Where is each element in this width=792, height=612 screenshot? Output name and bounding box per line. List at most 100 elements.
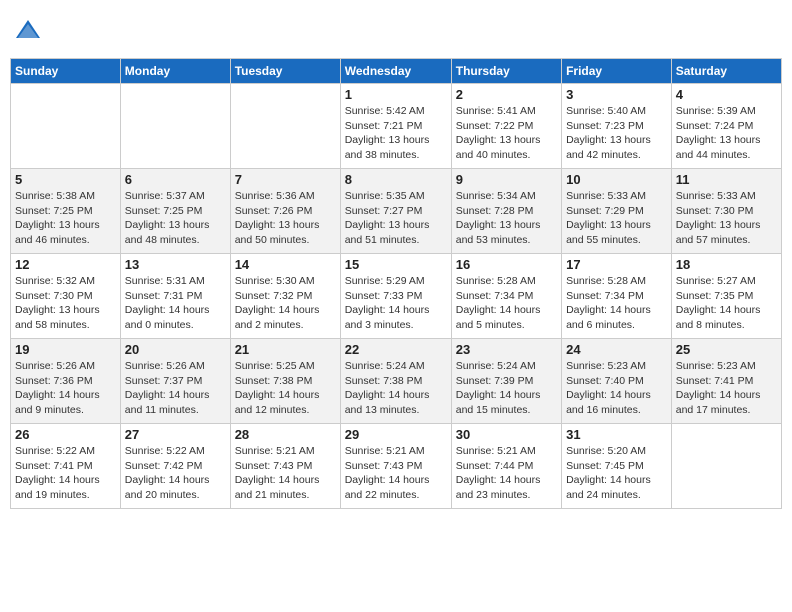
calendar-cell: 31 Sunrise: 5:20 AMSunset: 7:45 PMDayligh… xyxy=(562,424,672,509)
day-info: Sunrise: 5:38 AMSunset: 7:25 PMDaylight:… xyxy=(15,189,116,248)
calendar-cell: 9 Sunrise: 5:34 AMSunset: 7:28 PMDaylight… xyxy=(451,169,561,254)
day-number: 5 xyxy=(15,172,116,187)
day-info: Sunrise: 5:25 AMSunset: 7:38 PMDaylight:… xyxy=(235,359,336,418)
day-of-week-header: Tuesday xyxy=(230,59,340,84)
day-info: Sunrise: 5:40 AMSunset: 7:23 PMDaylight:… xyxy=(566,104,667,163)
calendar-cell: 21 Sunrise: 5:25 AMSunset: 7:38 PMDayligh… xyxy=(230,339,340,424)
calendar-cell xyxy=(230,84,340,169)
day-number: 17 xyxy=(566,257,667,272)
calendar-cell: 12 Sunrise: 5:32 AMSunset: 7:30 PMDayligh… xyxy=(11,254,121,339)
day-info: Sunrise: 5:24 AMSunset: 7:39 PMDaylight:… xyxy=(456,359,557,418)
calendar-cell: 27Sunrise: 5:22 AMSunset: 7:42 PMDayligh… xyxy=(120,424,230,509)
calendar-cell: 11 Sunrise: 5:33 AMSunset: 7:30 PMDayligh… xyxy=(671,169,781,254)
calendar-header-row: SundayMondayTuesdayWednesdayThursdayFrid… xyxy=(11,59,782,84)
day-info: Sunrise: 5:33 AMSunset: 7:29 PMDaylight:… xyxy=(566,189,667,248)
calendar-week-row: 12 Sunrise: 5:32 AMSunset: 7:30 PMDayligh… xyxy=(11,254,782,339)
calendar-cell: 25Sunrise: 5:23 AMSunset: 7:41 PMDayligh… xyxy=(671,339,781,424)
calendar-cell: 18 Sunrise: 5:27 AMSunset: 7:35 PMDayligh… xyxy=(671,254,781,339)
day-number: 26 xyxy=(15,427,116,442)
day-info: Sunrise: 5:41 AMSunset: 7:22 PMDaylight:… xyxy=(456,104,557,163)
calendar-week-row: 1 Sunrise: 5:42 AMSunset: 7:21 PMDaylight… xyxy=(11,84,782,169)
day-info: Sunrise: 5:21 AMSunset: 7:43 PMDaylight:… xyxy=(235,444,336,503)
calendar-cell: 2 Sunrise: 5:41 AMSunset: 7:22 PMDaylight… xyxy=(451,84,561,169)
day-info: Sunrise: 5:32 AMSunset: 7:30 PMDaylight:… xyxy=(15,274,116,333)
day-number: 11 xyxy=(676,172,777,187)
day-number: 21 xyxy=(235,342,336,357)
day-of-week-header: Friday xyxy=(562,59,672,84)
day-number: 3 xyxy=(566,87,667,102)
logo-icon xyxy=(14,16,42,44)
calendar-cell: 14 Sunrise: 5:30 AMSunset: 7:32 PMDayligh… xyxy=(230,254,340,339)
calendar-table: SundayMondayTuesdayWednesdayThursdayFrid… xyxy=(10,58,782,509)
calendar-cell: 10 Sunrise: 5:33 AMSunset: 7:29 PMDayligh… xyxy=(562,169,672,254)
day-info: Sunrise: 5:31 AMSunset: 7:31 PMDaylight:… xyxy=(125,274,226,333)
day-info: Sunrise: 5:37 AMSunset: 7:25 PMDaylight:… xyxy=(125,189,226,248)
calendar-cell: 20 Sunrise: 5:26 AMSunset: 7:37 PMDayligh… xyxy=(120,339,230,424)
calendar-cell: 28 Sunrise: 5:21 AMSunset: 7:43 PMDayligh… xyxy=(230,424,340,509)
day-info: Sunrise: 5:35 AMSunset: 7:27 PMDaylight:… xyxy=(345,189,447,248)
calendar-week-row: 19Sunrise: 5:26 AMSunset: 7:36 PMDayligh… xyxy=(11,339,782,424)
calendar-cell: 19Sunrise: 5:26 AMSunset: 7:36 PMDayligh… xyxy=(11,339,121,424)
day-number: 31 xyxy=(566,427,667,442)
day-info: Sunrise: 5:27 AMSunset: 7:35 PMDaylight:… xyxy=(676,274,777,333)
calendar-cell xyxy=(11,84,121,169)
day-info: Sunrise: 5:42 AMSunset: 7:21 PMDaylight:… xyxy=(345,104,447,163)
day-number: 25 xyxy=(676,342,777,357)
day-number: 16 xyxy=(456,257,557,272)
day-info: Sunrise: 5:22 AMSunset: 7:41 PMDaylight:… xyxy=(15,444,116,503)
calendar-cell: 29 Sunrise: 5:21 AMSunset: 7:43 PMDayligh… xyxy=(340,424,451,509)
day-info: Sunrise: 5:20 AMSunset: 7:45 PMDaylight:… xyxy=(566,444,667,503)
day-number: 7 xyxy=(235,172,336,187)
day-of-week-header: Sunday xyxy=(11,59,121,84)
calendar-cell: 15Sunrise: 5:29 AMSunset: 7:33 PMDayligh… xyxy=(340,254,451,339)
day-number: 10 xyxy=(566,172,667,187)
calendar-cell: 5 Sunrise: 5:38 AMSunset: 7:25 PMDaylight… xyxy=(11,169,121,254)
calendar-cell xyxy=(120,84,230,169)
day-number: 29 xyxy=(345,427,447,442)
day-number: 9 xyxy=(456,172,557,187)
day-info: Sunrise: 5:22 AMSunset: 7:42 PMDaylight:… xyxy=(125,444,226,503)
day-info: Sunrise: 5:28 AMSunset: 7:34 PMDaylight:… xyxy=(456,274,557,333)
day-number: 28 xyxy=(235,427,336,442)
day-number: 2 xyxy=(456,87,557,102)
calendar-cell: 8Sunrise: 5:35 AMSunset: 7:27 PMDaylight… xyxy=(340,169,451,254)
day-number: 14 xyxy=(235,257,336,272)
calendar-cell: 30 Sunrise: 5:21 AMSunset: 7:44 PMDayligh… xyxy=(451,424,561,509)
day-info: Sunrise: 5:33 AMSunset: 7:30 PMDaylight:… xyxy=(676,189,777,248)
day-info: Sunrise: 5:30 AMSunset: 7:32 PMDaylight:… xyxy=(235,274,336,333)
day-info: Sunrise: 5:26 AMSunset: 7:37 PMDaylight:… xyxy=(125,359,226,418)
day-info: Sunrise: 5:21 AMSunset: 7:43 PMDaylight:… xyxy=(345,444,447,503)
day-of-week-header: Wednesday xyxy=(340,59,451,84)
calendar-cell: 1 Sunrise: 5:42 AMSunset: 7:21 PMDaylight… xyxy=(340,84,451,169)
day-number: 1 xyxy=(345,87,447,102)
day-info: Sunrise: 5:28 AMSunset: 7:34 PMDaylight:… xyxy=(566,274,667,333)
logo xyxy=(14,16,46,44)
day-number: 13 xyxy=(125,257,226,272)
day-of-week-header: Thursday xyxy=(451,59,561,84)
day-number: 22 xyxy=(345,342,447,357)
calendar-cell: 4 Sunrise: 5:39 AMSunset: 7:24 PMDaylight… xyxy=(671,84,781,169)
day-info: Sunrise: 5:39 AMSunset: 7:24 PMDaylight:… xyxy=(676,104,777,163)
day-number: 19 xyxy=(15,342,116,357)
calendar-cell: 22 Sunrise: 5:24 AMSunset: 7:38 PMDayligh… xyxy=(340,339,451,424)
day-number: 18 xyxy=(676,257,777,272)
day-number: 23 xyxy=(456,342,557,357)
day-info: Sunrise: 5:36 AMSunset: 7:26 PMDaylight:… xyxy=(235,189,336,248)
calendar-cell: 17 Sunrise: 5:28 AMSunset: 7:34 PMDayligh… xyxy=(562,254,672,339)
day-number: 4 xyxy=(676,87,777,102)
day-info: Sunrise: 5:24 AMSunset: 7:38 PMDaylight:… xyxy=(345,359,447,418)
day-number: 15 xyxy=(345,257,447,272)
day-info: Sunrise: 5:21 AMSunset: 7:44 PMDaylight:… xyxy=(456,444,557,503)
day-info: Sunrise: 5:34 AMSunset: 7:28 PMDaylight:… xyxy=(456,189,557,248)
calendar-week-row: 26 Sunrise: 5:22 AMSunset: 7:41 PMDayligh… xyxy=(11,424,782,509)
day-of-week-header: Monday xyxy=(120,59,230,84)
calendar-cell: 16 Sunrise: 5:28 AMSunset: 7:34 PMDayligh… xyxy=(451,254,561,339)
day-number: 20 xyxy=(125,342,226,357)
calendar-cell: 13 Sunrise: 5:31 AMSunset: 7:31 PMDayligh… xyxy=(120,254,230,339)
calendar-cell: 24Sunrise: 5:23 AMSunset: 7:40 PMDayligh… xyxy=(562,339,672,424)
day-number: 30 xyxy=(456,427,557,442)
page-header xyxy=(10,10,782,50)
calendar-cell xyxy=(671,424,781,509)
day-number: 12 xyxy=(15,257,116,272)
calendar-cell: 26 Sunrise: 5:22 AMSunset: 7:41 PMDayligh… xyxy=(11,424,121,509)
